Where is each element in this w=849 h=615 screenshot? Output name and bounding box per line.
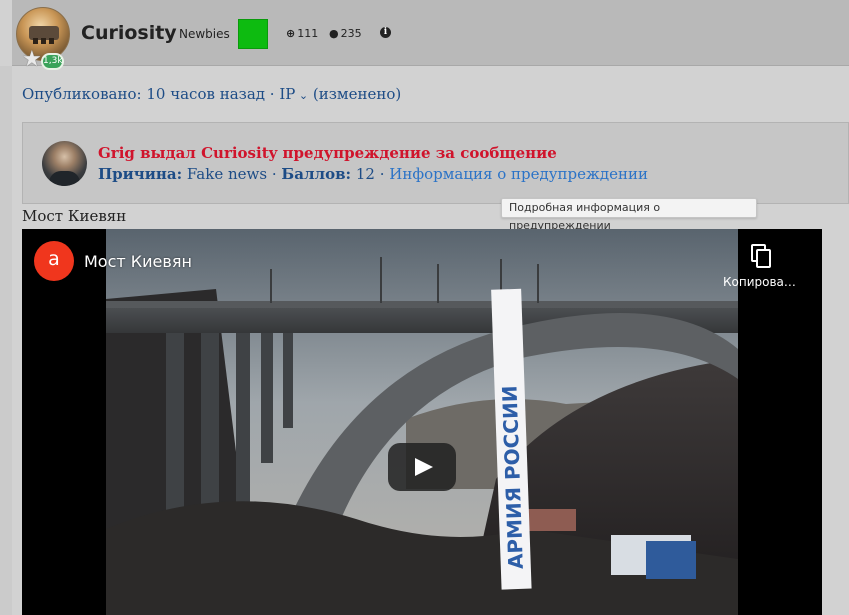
- user-avatar[interactable]: ★ 1,3k: [16, 7, 72, 72]
- chevron-down-icon: ⌄: [295, 89, 309, 102]
- stat-plus: ⊕ 111: [286, 27, 318, 40]
- comment-icon: ●: [329, 27, 339, 40]
- info-icon[interactable]: i: [380, 27, 391, 38]
- points-label: Баллов:: [281, 165, 352, 183]
- reason-label: Причина:: [98, 165, 183, 183]
- copy-link-icon[interactable]: [750, 244, 772, 268]
- ip-label: IP: [279, 85, 296, 103]
- video-thumbnail: АРМИЯ РОССИИ: [106, 229, 738, 615]
- channel-avatar[interactable]: a: [34, 241, 74, 281]
- warning-details: Причина: Fake news · Баллов: 12 · Информ…: [98, 165, 648, 183]
- star-icon: ★: [22, 47, 42, 72]
- points-value: 12: [355, 165, 375, 183]
- plus-circle-icon: ⊕: [286, 27, 296, 40]
- status-indicator: [238, 19, 268, 49]
- reputation-badge: 1,3k: [41, 53, 64, 70]
- warning-title: Grig выдал Curiosity предупреждение за с…: [98, 144, 557, 162]
- stat-comments-value: 235: [340, 27, 362, 40]
- warning-info-link[interactable]: Информация о предупреждении: [389, 165, 648, 183]
- warning-separator: ·: [271, 165, 277, 183]
- copy-link-label[interactable]: Копирова…: [723, 275, 796, 289]
- post-meta: Опубликовано: 10 часов назад · IP ⌄ (изм…: [22, 85, 401, 103]
- warning-tooltip: Подробная информация о предупреждении: [501, 198, 757, 232]
- page-left-strip: [0, 66, 12, 615]
- stat-plus-value: 111: [297, 27, 319, 40]
- username-link[interactable]: Curiosity: [81, 22, 177, 44]
- published-label: Опубликовано:: [22, 85, 142, 103]
- edited-label[interactable]: (изменено): [313, 85, 401, 103]
- video-title[interactable]: Мост Киевян: [84, 252, 192, 271]
- warning-notice: Grig выдал Curiosity предупреждение за с…: [22, 122, 849, 204]
- user-group: Newbies: [179, 27, 230, 41]
- stat-comments: ● 235: [329, 27, 362, 40]
- post-title: Мост Киевян: [22, 207, 127, 225]
- meta-separator: ·: [269, 85, 275, 103]
- moderator-avatar[interactable]: [42, 141, 87, 186]
- play-button[interactable]: [388, 443, 456, 491]
- published-time[interactable]: 10 часов назад: [146, 85, 265, 103]
- ip-dropdown[interactable]: IP ⌄: [279, 85, 308, 103]
- warning-separator-2: ·: [379, 165, 385, 183]
- video-player[interactable]: АРМИЯ РОССИИ a Мост Киевян Копирова…: [22, 229, 822, 615]
- reason-value: Fake news: [186, 165, 268, 183]
